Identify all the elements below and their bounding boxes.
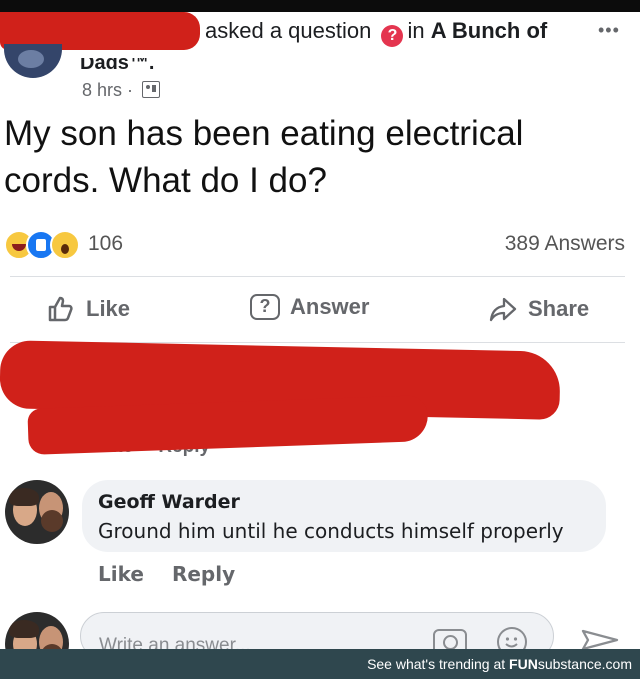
answer-button[interactable]: ? Answer	[250, 294, 369, 320]
answers-count[interactable]: 389 Answers	[505, 232, 625, 256]
watermark-text: See what's trending at FUNsubstance.com	[367, 656, 632, 672]
divider-top	[10, 276, 625, 277]
thumbs-up-icon	[46, 294, 76, 324]
share-button[interactable]: Share	[488, 294, 589, 324]
comment-like-link[interactable]: Like	[98, 562, 144, 586]
author-avatar[interactable]	[4, 44, 62, 78]
like-label: Like	[86, 296, 131, 321]
watermark-footer: See what's trending at FUNsubstance.com	[0, 649, 640, 679]
avatar[interactable]	[5, 480, 69, 544]
time-text[interactable]: 8 hrs	[82, 80, 122, 100]
question-box-icon: ?	[250, 294, 280, 320]
watermark-prefix: See what's trending at	[367, 656, 510, 672]
share-label: Share	[528, 296, 590, 321]
watermark-brand-rest: substance.com	[537, 656, 632, 672]
post-header-line: asked a question ? in A Bunch of	[205, 18, 547, 47]
in-text: in	[407, 18, 425, 43]
comment-text: Ground him until he conducts himself pro…	[98, 519, 564, 543]
group-name-link[interactable]: A Bunch of	[431, 18, 548, 43]
top-black-bar	[0, 0, 640, 12]
question-text: My son has been eating electrical cords.…	[4, 114, 524, 200]
post-timestamp: 8 hrs ·	[82, 80, 161, 101]
comment-actions: Like Reply	[98, 562, 235, 586]
watermark-brand-bold: FUN	[509, 656, 538, 672]
comment-reply-link[interactable]: Reply	[172, 562, 235, 586]
comment-bubble: Geoff Warder Ground him until he conduct…	[82, 480, 606, 552]
question-mark-icon: ?	[381, 25, 404, 47]
answer-label: Answer	[290, 294, 370, 319]
public-audience-icon	[142, 81, 161, 98]
comment-author[interactable]: Geoff Warder	[98, 491, 590, 513]
like-button[interactable]: Like	[46, 294, 130, 324]
separator-dot: ·	[127, 80, 134, 100]
wow-react-icon	[50, 230, 80, 260]
ellipsis-icon[interactable]: •••	[598, 20, 620, 41]
asked-question-text: asked a question	[205, 18, 372, 43]
reaction-count[interactable]: 106	[88, 232, 123, 256]
group-name-link-continued[interactable]: Dads™.	[80, 58, 154, 75]
share-arrow-icon	[488, 294, 518, 324]
reactions-summary[interactable]	[4, 230, 84, 260]
